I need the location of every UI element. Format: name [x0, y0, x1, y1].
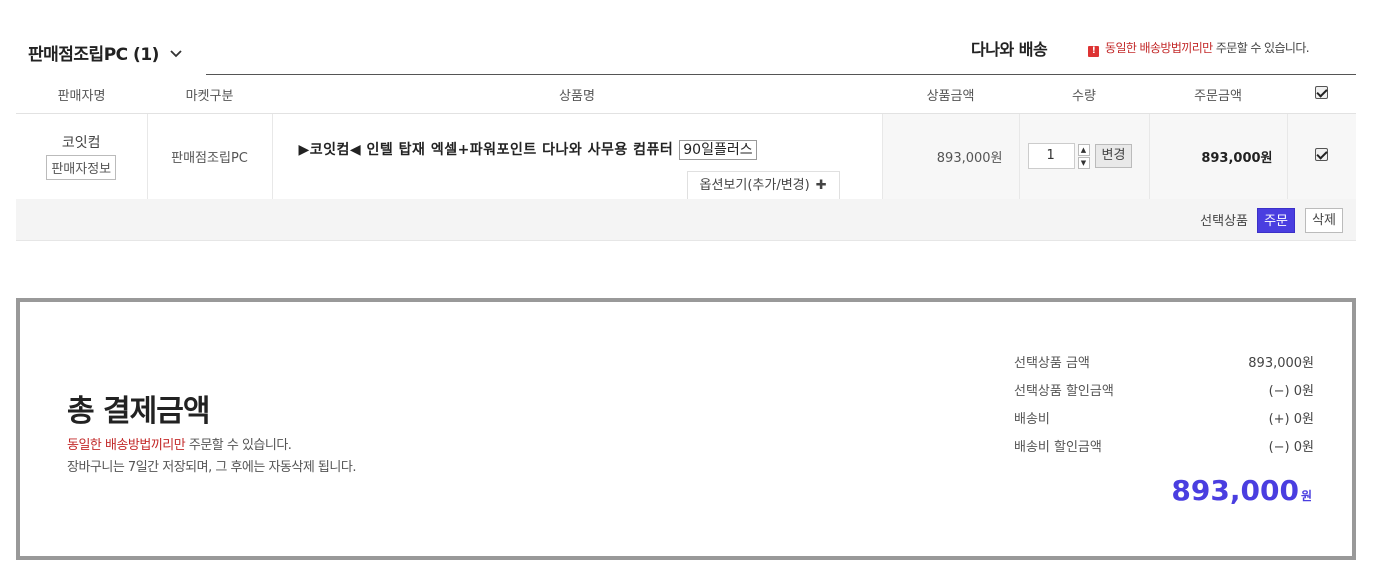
- plus-icon: ✚: [815, 177, 827, 193]
- table-header-row: 판매자명 마켓구분 상품명 상품금액 수량 주문금액: [16, 76, 1356, 114]
- option-view-button[interactable]: 옵션보기(추가/변경) ✚: [686, 170, 840, 200]
- summary-row: 배송비 할인금액 (−) 0원: [1014, 436, 1314, 464]
- shipping-title: 다나와 배송: [971, 40, 1048, 59]
- increase-arrow-icon[interactable]: ▲: [1077, 143, 1090, 156]
- quantity-cell: 1 ▲ ▼ 변경: [1019, 113, 1150, 200]
- cart-header: 판매점조립PC (1) 다나와 배송 ! 동일한 배송방법끼리만 주문할 수 있습…: [16, 30, 1356, 76]
- cart-table: 판매자명 마켓구분 상품명 상품금액 수량 주문금액 코잇컴 판매자정보 판매점…: [16, 76, 1356, 200]
- seller-name[interactable]: 코잇컴: [16, 132, 147, 152]
- summary-value: 893,000원: [1248, 356, 1314, 371]
- seller-group-label: 판매점조립PC (1): [28, 45, 159, 65]
- select-all-checkbox[interactable]: [1315, 85, 1328, 99]
- product-tag: 90일플러스: [679, 139, 757, 160]
- total-title: 총 결제금액: [67, 394, 210, 429]
- header-divider: [206, 74, 1356, 75]
- total-notice-highlight: 동일한 배송방법끼리만: [67, 438, 186, 453]
- stepper-buttons: ▲ ▼: [1077, 143, 1090, 169]
- total-payment-box: 총 결제금액 동일한 배송방법끼리만 주문할 수 있습니다. 장바구니는 7일간…: [16, 298, 1356, 560]
- delete-selected-button[interactable]: 삭제: [1305, 208, 1343, 233]
- col-price: 상품금액: [882, 76, 1019, 114]
- product-name-link[interactable]: ▶코잇컴◀ 인텔 탑재 엑셀+파워포인트 다나와 사무용 컴퓨터 90일플러스: [298, 139, 757, 160]
- order-selected-button[interactable]: 주문: [1257, 208, 1295, 233]
- summary-row: 선택상품 할인금액 (−) 0원: [1014, 380, 1314, 408]
- col-select-all: [1287, 76, 1356, 114]
- summary-row: 선택상품 금액 893,000원: [1014, 352, 1314, 380]
- chevron-down-icon: [170, 43, 182, 63]
- row-select-cell: [1287, 113, 1356, 200]
- option-view-label: 옵션보기(추가/변경): [699, 177, 810, 193]
- selected-actions-bar: 선택상품 주문 삭제: [16, 199, 1356, 241]
- total-notice: 동일한 배송방법끼리만 주문할 수 있습니다.: [67, 434, 292, 453]
- seller-group-toggle[interactable]: 판매점조립PC (1): [28, 40, 182, 65]
- seller-info-button[interactable]: 판매자정보: [46, 155, 117, 180]
- quantity-stepper: 1 ▲ ▼ 변경: [1020, 143, 1149, 169]
- summary-list: 선택상품 금액 893,000원 선택상품 할인금액 (−) 0원 배송비 (+…: [1014, 352, 1314, 464]
- decrease-arrow-icon[interactable]: ▼: [1077, 156, 1090, 169]
- grand-total-unit: 원: [1300, 489, 1312, 503]
- summary-value: (−) 0원: [1268, 440, 1314, 455]
- col-order-total: 주문금액: [1149, 76, 1287, 114]
- summary-row: 배송비 (+) 0원: [1014, 408, 1314, 436]
- shipping-notice: ! 동일한 배송방법끼리만 주문할 수 있습니다.: [1088, 39, 1310, 57]
- notice-rest: 주문할 수 있습니다.: [1212, 41, 1310, 55]
- change-quantity-button[interactable]: 변경: [1094, 144, 1133, 168]
- quantity-input[interactable]: 1: [1027, 143, 1075, 169]
- product-name: ▶코잇컴◀ 인텔 탑재 엑셀+파워포인트 다나와 사무용 컴퓨터: [298, 141, 674, 158]
- selected-items-label: 선택상품: [1200, 214, 1248, 229]
- summary-value: (+) 0원: [1268, 412, 1314, 427]
- warning-icon: !: [1088, 46, 1099, 57]
- cart-retention-notice: 장바구니는 7일간 저장되며, 그 후에는 자동삭제 됩니다.: [67, 460, 356, 475]
- col-market: 마켓구분: [147, 76, 272, 114]
- summary-value: (−) 0원: [1268, 384, 1314, 399]
- order-total-cell: 893,000원: [1149, 113, 1288, 200]
- total-notice-rest: 주문할 수 있습니다.: [185, 438, 292, 453]
- summary-label: 배송비: [1014, 412, 1050, 427]
- market-cell: 판매점조립PC: [147, 113, 273, 200]
- col-seller: 판매자명: [16, 76, 147, 114]
- col-quantity: 수량: [1019, 76, 1149, 114]
- summary-label: 선택상품 금액: [1014, 356, 1090, 371]
- summary-label: 선택상품 할인금액: [1014, 384, 1114, 399]
- grand-total: 893,000 원: [1171, 474, 1312, 507]
- product-cell: ▶코잇컴◀ 인텔 탑재 엑셀+파워포인트 다나와 사무용 컴퓨터 90일플러스 옵…: [272, 113, 883, 200]
- seller-cell: 코잇컴 판매자정보: [16, 113, 148, 200]
- price-cell: 893,000원: [882, 113, 1020, 200]
- row-checkbox[interactable]: [1315, 147, 1329, 161]
- notice-highlight: 동일한 배송방법끼리만: [1105, 41, 1213, 55]
- summary-label: 배송비 할인금액: [1014, 440, 1102, 455]
- table-row: 코잇컴 판매자정보 판매점조립PC ▶코잇컴◀ 인텔 탑재 엑셀+파워포인트 다…: [16, 113, 1356, 200]
- col-product: 상품명: [272, 76, 882, 114]
- grand-total-amount: 893,000: [1171, 474, 1299, 507]
